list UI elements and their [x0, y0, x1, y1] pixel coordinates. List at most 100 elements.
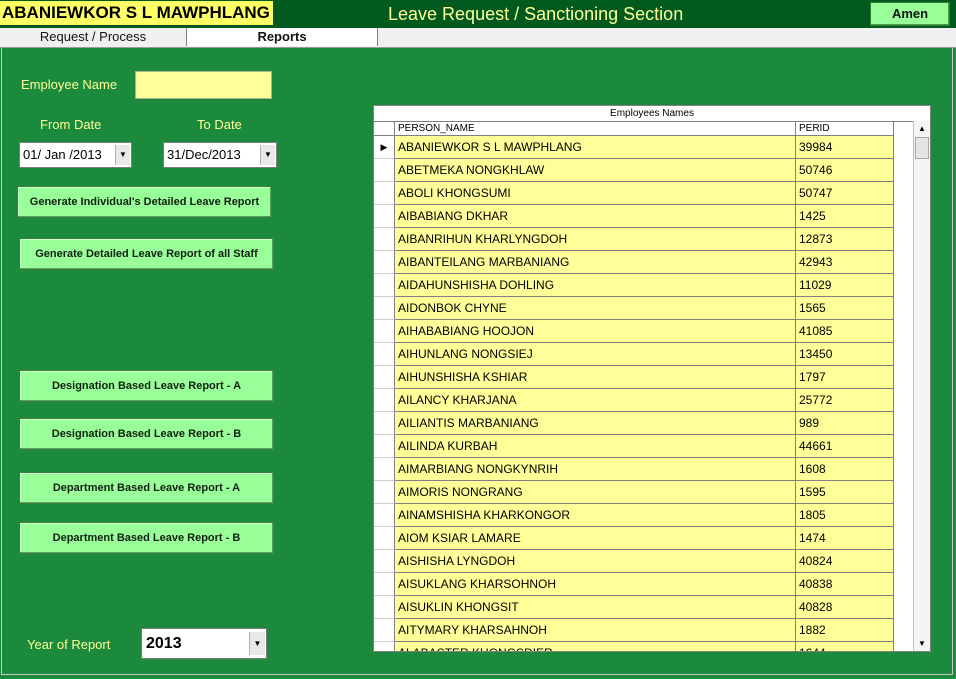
cell-person-name[interactable]: AIHUNSHISHA KSHIAR — [395, 366, 796, 389]
cell-person-name[interactable]: AIHUNLANG NONGSIEJ — [395, 343, 796, 366]
cell-person-name[interactable]: AIDONBOK CHYNE — [395, 297, 796, 320]
cell-person-name[interactable]: AIHABABIANG HOOJON — [395, 320, 796, 343]
cell-perid[interactable]: 1608 — [796, 458, 894, 481]
cell-person-name[interactable]: AISUKLANG KHARSOHNOH — [395, 573, 796, 596]
table-row[interactable]: AIMORIS NONGRANG 1595 — [374, 481, 914, 504]
cell-person-name[interactable]: AITYMARY KHARSAHNOH — [395, 619, 796, 642]
tab-request-process[interactable]: Request / Process — [0, 28, 187, 46]
row-selector[interactable] — [374, 251, 395, 274]
row-selector[interactable] — [374, 458, 395, 481]
cell-person-name[interactable]: ALABASTER KHONGSDIER — [395, 642, 796, 651]
table-row[interactable]: AILINDA KURBAH 44661 — [374, 435, 914, 458]
cell-perid[interactable]: 12873 — [796, 228, 894, 251]
table-row[interactable]: AIBABIANG DKHAR 1425 — [374, 205, 914, 228]
from-date-select[interactable]: 01/ Jan /2013 ▼ — [19, 142, 132, 168]
cell-perid[interactable]: 1595 — [796, 481, 894, 504]
row-selector[interactable] — [374, 182, 395, 205]
chevron-down-icon[interactable]: ▼ — [260, 145, 275, 165]
table-row[interactable]: AIHUNLANG NONGSIEJ 13450 — [374, 343, 914, 366]
scroll-up-icon[interactable]: ▲ — [914, 122, 930, 136]
cell-person-name[interactable]: AILANCY KHARJANA — [395, 389, 796, 412]
cell-person-name[interactable]: AIBANRIHUN KHARLYNGDOH — [395, 228, 796, 251]
department-report-a-button[interactable]: Department Based Leave Report - A — [19, 472, 274, 504]
cell-person-name[interactable]: AILINDA KURBAH — [395, 435, 796, 458]
cell-perid[interactable]: 41085 — [796, 320, 894, 343]
table-row[interactable]: AIHABABIANG HOOJON 41085 — [374, 320, 914, 343]
cell-perid[interactable]: 1797 — [796, 366, 894, 389]
table-row[interactable]: AIBANTEILANG MARBANIANG 42943 — [374, 251, 914, 274]
row-selector[interactable] — [374, 527, 395, 550]
user-button[interactable]: Amen — [870, 2, 950, 26]
row-selector[interactable] — [374, 343, 395, 366]
table-row[interactable]: AIMARBIANG NONGKYNRIH 1608 — [374, 458, 914, 481]
table-row[interactable]: AIOM KSIAR LAMARE 1474 — [374, 527, 914, 550]
cell-perid[interactable]: 989 — [796, 412, 894, 435]
to-date-select[interactable]: 31/Dec/2013 ▼ — [163, 142, 277, 168]
employee-name-field[interactable] — [135, 71, 272, 99]
cell-person-name[interactable]: ABOLI KHONGSUMI — [395, 182, 796, 205]
cell-person-name[interactable]: AIBABIANG DKHAR — [395, 205, 796, 228]
cell-perid[interactable]: 42943 — [796, 251, 894, 274]
table-row[interactable]: AIDONBOK CHYNE 1565 — [374, 297, 914, 320]
tab-reports[interactable]: Reports — [186, 28, 378, 46]
year-of-report-select[interactable]: 2013 ▼ — [141, 628, 267, 659]
cell-person-name[interactable]: AINAMSHISHA KHARKONGOR — [395, 504, 796, 527]
chevron-down-icon[interactable]: ▼ — [115, 145, 130, 165]
cell-perid[interactable]: 1644 — [796, 642, 894, 651]
row-selector[interactable] — [374, 481, 395, 504]
row-selector[interactable] — [374, 366, 395, 389]
row-selector[interactable] — [374, 228, 395, 251]
row-selector[interactable] — [374, 596, 395, 619]
all-staff-report-button[interactable]: Generate Detailed Leave Report of all St… — [19, 238, 274, 270]
cell-person-name[interactable]: AISUKLIN KHONGSIT — [395, 596, 796, 619]
table-row[interactable]: ABOLI KHONGSUMI 50747 — [374, 182, 914, 205]
cell-perid[interactable]: 39984 — [796, 136, 894, 159]
scrollbar-thumb[interactable] — [915, 137, 929, 159]
row-selector[interactable] — [374, 573, 395, 596]
cell-perid[interactable]: 40838 — [796, 573, 894, 596]
row-selector[interactable] — [374, 550, 395, 573]
designation-report-a-button[interactable]: Designation Based Leave Report - A — [19, 370, 274, 402]
row-selector[interactable] — [374, 389, 395, 412]
row-selector[interactable] — [374, 159, 395, 182]
employees-grid[interactable]: Employees Names PERSON_NAME PERID ▶ ABANI… — [373, 105, 931, 652]
cell-perid[interactable]: 25772 — [796, 389, 894, 412]
table-row[interactable]: ALABASTER KHONGSDIER1644 — [374, 642, 914, 651]
row-selector[interactable] — [374, 642, 395, 651]
row-selector[interactable] — [374, 435, 395, 458]
cell-person-name[interactable]: AIMARBIANG NONGKYNRIH — [395, 458, 796, 481]
column-header-perid[interactable]: PERID — [796, 122, 894, 136]
table-row[interactable]: AILANCY KHARJANA 25772 — [374, 389, 914, 412]
chevron-down-icon[interactable]: ▼ — [249, 632, 265, 655]
row-selector[interactable] — [374, 619, 395, 642]
table-row[interactable]: AILIANTIS MARBANIANG 989 — [374, 412, 914, 435]
table-row[interactable]: ABETMEKA NONGKHLAW 50746 — [374, 159, 914, 182]
table-row[interactable]: AINAMSHISHA KHARKONGOR 1805 — [374, 504, 914, 527]
cell-person-name[interactable]: AILIANTIS MARBANIANG — [395, 412, 796, 435]
designation-report-b-button[interactable]: Designation Based Leave Report - B — [19, 418, 274, 450]
current-row-indicator[interactable]: ▶ — [374, 136, 395, 159]
table-row[interactable]: AITYMARY KHARSAHNOH 1882 — [374, 619, 914, 642]
department-report-b-button[interactable]: Department Based Leave Report - B — [19, 522, 274, 554]
cell-perid[interactable]: 50747 — [796, 182, 894, 205]
cell-perid[interactable]: 44661 — [796, 435, 894, 458]
cell-perid[interactable]: 1805 — [796, 504, 894, 527]
cell-person-name[interactable]: AIBANTEILANG MARBANIANG — [395, 251, 796, 274]
row-selector[interactable] — [374, 205, 395, 228]
cell-perid[interactable]: 40828 — [796, 596, 894, 619]
column-header-person-name[interactable]: PERSON_NAME — [395, 122, 796, 136]
cell-perid[interactable]: 1425 — [796, 205, 894, 228]
cell-perid[interactable]: 13450 — [796, 343, 894, 366]
row-selector[interactable] — [374, 412, 395, 435]
table-row[interactable]: AIBANRIHUN KHARLYNGDOH 12873 — [374, 228, 914, 251]
cell-person-name[interactable]: AIOM KSIAR LAMARE — [395, 527, 796, 550]
cell-perid[interactable]: 1882 — [796, 619, 894, 642]
row-selector[interactable] — [374, 504, 395, 527]
individual-report-button[interactable]: Generate Individual's Detailed Leave Rep… — [17, 186, 272, 218]
row-selector[interactable] — [374, 320, 395, 343]
table-row[interactable]: ▶ ABANIEWKOR S L MAWPHLANG 39984 — [374, 136, 914, 159]
cell-perid[interactable]: 50746 — [796, 159, 894, 182]
cell-perid[interactable]: 1474 — [796, 527, 894, 550]
cell-perid[interactable]: 40824 — [796, 550, 894, 573]
cell-perid[interactable]: 1565 — [796, 297, 894, 320]
